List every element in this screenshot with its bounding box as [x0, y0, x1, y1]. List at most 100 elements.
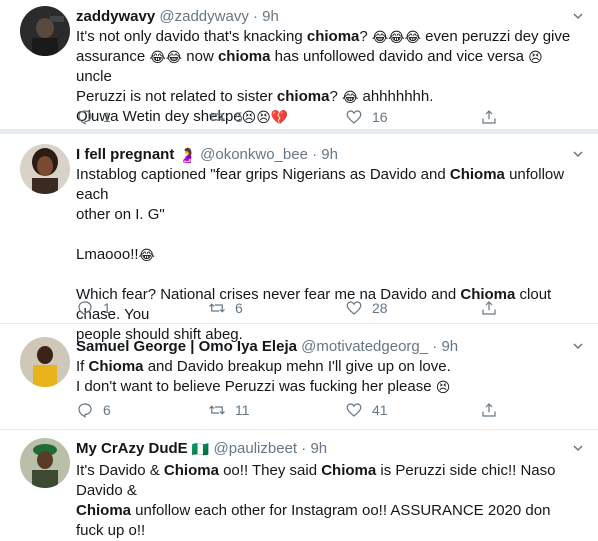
- reply-button[interactable]: 1: [76, 298, 111, 318]
- chevron-down-icon[interactable]: [572, 148, 584, 160]
- avatar[interactable]: [20, 144, 70, 194]
- heart-icon: [346, 301, 362, 315]
- retweet-count: 5: [235, 109, 243, 125]
- tweet[interactable]: I fell pregnant 🤰 @okonkwo_bee · 9h Inst…: [0, 138, 598, 343]
- text-span: unfollow each other for Instagram oo!! A…: [76, 502, 551, 539]
- text-span: uncle: [76, 68, 112, 85]
- retweet-button[interactable]: 5: [208, 107, 243, 127]
- text-span: Peruzzi is not related to sister: [76, 88, 277, 105]
- display-name[interactable]: Samuel George | Omo Iya Eleja: [76, 338, 297, 355]
- tweet[interactable]: My CrAzy DudE 🇳🇬 @paulizbeet · 9h It's D…: [0, 430, 598, 539]
- emoji: 😂😂: [149, 49, 183, 65]
- separator-dot: ·: [253, 8, 258, 25]
- like-button[interactable]: 28: [345, 298, 388, 318]
- tweet[interactable]: zaddywavy @zaddywavy · 9h It's not only …: [0, 0, 598, 134]
- retweet-icon: [209, 405, 225, 415]
- tweet[interactable]: Samuel George | Omo Iya Eleja @motivated…: [0, 324, 598, 430]
- timestamp[interactable]: 9h: [321, 146, 338, 163]
- share-button[interactable]: [480, 107, 498, 127]
- avatar[interactable]: [20, 438, 70, 488]
- text-span: oo!! They said: [218, 462, 322, 479]
- tweet-text: If Chioma and Davido breakup mehn I'll g…: [76, 357, 582, 397]
- chevron-down-icon[interactable]: [572, 10, 584, 22]
- emoji: 😂: [341, 89, 359, 105]
- text-span: It's not only davido that's knacking: [76, 28, 307, 45]
- text-span: has unfollowed davido and vice versa: [270, 48, 529, 65]
- user-handle[interactable]: @zaddywavy: [159, 8, 248, 25]
- text-span: Instablog captioned "fear grips Nigerian…: [76, 166, 450, 183]
- text-span: even peruzzi dey give: [420, 28, 571, 45]
- tweet-text: Instablog captioned "fear grips Nigerian…: [76, 165, 582, 345]
- separator-dot: ·: [312, 146, 318, 163]
- user-handle[interactable]: @motivatedgeorg_: [301, 338, 428, 355]
- tweet-line: assurance 😂😂 now chioma has unfollowed d…: [76, 47, 582, 87]
- reply-button[interactable]: 6: [76, 400, 111, 420]
- tweet-line: [76, 265, 582, 285]
- tweet-line: I don't want to believe Peruzzi was fuck…: [76, 377, 582, 397]
- text-span: ?: [329, 88, 342, 105]
- text-span: Lmaooo!!: [76, 246, 139, 263]
- display-name[interactable]: zaddywavy: [76, 8, 155, 25]
- separator-dot: ·: [301, 440, 307, 457]
- highlighted-keyword: Chioma: [449, 166, 505, 183]
- retweet-button[interactable]: 11: [208, 400, 250, 420]
- text-span: now: [182, 48, 218, 65]
- text-span: I don't want to believe Peruzzi was fuck…: [76, 378, 436, 395]
- share-button[interactable]: [480, 298, 498, 318]
- emoji: 😂😂😂: [371, 29, 421, 45]
- avatar[interactable]: [20, 6, 70, 56]
- chevron-down-icon[interactable]: [572, 442, 584, 454]
- highlighted-keyword: chioma: [306, 28, 360, 45]
- timestamp[interactable]: 9h: [441, 338, 458, 355]
- text-span: assurance: [76, 48, 150, 65]
- like-button[interactable]: 41: [345, 400, 388, 420]
- highlighted-keyword: Chioma: [163, 462, 219, 479]
- like-count: 28: [372, 300, 388, 316]
- tweet-actions: 1 6 28: [76, 298, 576, 318]
- pregnant-emoji-icon: 🤰: [178, 147, 196, 163]
- separator-dot: ·: [432, 338, 438, 355]
- timestamp[interactable]: 9h: [262, 8, 279, 25]
- highlighted-keyword: Chioma: [88, 358, 144, 375]
- like-button[interactable]: 16: [345, 107, 388, 127]
- reply-count: 1: [103, 300, 111, 316]
- reply-count: 1: [103, 109, 111, 125]
- emoji: 😣: [528, 49, 543, 65]
- share-button[interactable]: [480, 400, 498, 420]
- tweet-line: It's not only davido that's knacking chi…: [76, 27, 582, 47]
- tweet-actions: 6 11 41: [76, 400, 576, 420]
- emoji: 😂: [138, 247, 155, 263]
- display-name[interactable]: I fell pregnant: [76, 146, 174, 163]
- heart-icon: [346, 110, 362, 124]
- tweet-line: Lmaooo!!😂: [76, 245, 582, 265]
- share-icon: [482, 403, 496, 417]
- share-icon: [482, 110, 496, 124]
- tweet-line: Chioma unfollow each other for Instagram…: [76, 501, 582, 541]
- tweet-actions: 1 5 16: [76, 107, 576, 127]
- tweet-line: It's Davido & Chioma oo!! They said Chio…: [76, 461, 582, 501]
- tweet-line: If Chioma and Davido breakup mehn I'll g…: [76, 357, 582, 377]
- text-span: other on I. G": [76, 206, 165, 223]
- retweet-icon: [209, 303, 225, 313]
- highlighted-keyword: Chioma: [321, 462, 377, 479]
- reply-count: 6: [103, 402, 111, 418]
- heart-icon: [346, 403, 362, 417]
- text-span: ?: [359, 28, 372, 45]
- nigeria-flag-icon: 🇳🇬: [191, 441, 210, 457]
- reply-icon: [78, 403, 92, 418]
- timestamp[interactable]: 9h: [310, 440, 327, 457]
- text-span: If: [76, 358, 89, 375]
- reply-icon: [78, 301, 92, 316]
- retweet-button[interactable]: 6: [208, 298, 243, 318]
- tweet-line: [76, 225, 582, 245]
- display-name[interactable]: My CrAzy DudE: [76, 440, 188, 457]
- chevron-down-icon[interactable]: [572, 340, 584, 352]
- like-count: 16: [372, 109, 388, 125]
- avatar[interactable]: [20, 337, 70, 387]
- user-handle[interactable]: @okonkwo_bee: [200, 146, 308, 163]
- tweet-line: Peruzzi is not related to sister chioma?…: [76, 87, 582, 107]
- text-span: ahhhhhhh.: [358, 88, 434, 105]
- reply-button[interactable]: 1: [76, 107, 111, 127]
- retweet-count: 6: [235, 300, 243, 316]
- user-handle[interactable]: @paulizbeet: [213, 440, 297, 457]
